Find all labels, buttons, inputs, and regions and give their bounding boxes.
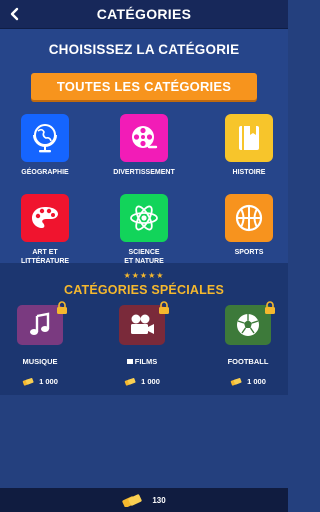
all-categories-button[interactable]: TOUTES LES CATÉGORIES	[31, 73, 257, 100]
film-camera-icon	[126, 359, 133, 364]
category-label: HISTOIRE	[232, 169, 266, 176]
special-tile[interactable]	[119, 301, 169, 345]
category-label-line: SCIENCE	[128, 249, 160, 256]
special-tile[interactable]	[225, 301, 275, 345]
price-value: 1 000	[141, 377, 160, 386]
back-button[interactable]	[6, 5, 24, 23]
music-note-icon	[30, 312, 50, 335]
category-label: DIVERTISSEMENT	[113, 169, 175, 176]
lock-icon	[57, 301, 67, 314]
category-label: GÉOGRAPHIE	[21, 169, 69, 176]
film-reel-icon	[132, 126, 158, 149]
special-title: CATÉGORIES SPÉCIALES	[63, 283, 225, 297]
coins-icon	[230, 378, 242, 386]
coins-icon	[124, 378, 136, 386]
category-sports[interactable]: SPORTS	[204, 194, 294, 257]
category-label-line: ART ET	[32, 249, 58, 256]
special-item-films[interactable]: FILMS 1 000	[102, 301, 182, 386]
atom-icon	[130, 205, 158, 231]
category-tile[interactable]	[225, 114, 273, 162]
category-entertainment[interactable]: DIVERTISSEMENT	[99, 114, 189, 177]
section-heading: CHOISISSEZ LA CATÉGORIE	[48, 42, 240, 57]
special-label: MUSIQUE	[22, 357, 58, 366]
footer-bar: 130	[0, 488, 288, 512]
category-science-nature[interactable]: SCIENCE ET NATURE	[99, 194, 189, 266]
top-bar: CATÉGORIES	[0, 0, 288, 29]
palette-icon	[32, 207, 58, 228]
price-value: 1 000	[247, 377, 266, 386]
category-geography[interactable]: GÉOGRAPHIE	[0, 114, 90, 177]
category-tile[interactable]	[120, 114, 168, 162]
coin-balance: 130	[152, 495, 166, 505]
coins-icon	[122, 494, 142, 507]
category-tile[interactable]	[120, 194, 168, 242]
book-icon	[239, 126, 259, 150]
chevron-left-icon	[10, 7, 19, 21]
globe-icon	[33, 124, 57, 153]
categories-panel: CHOISISSEZ LA CATÉGORIE TOUTES LES CATÉG…	[0, 29, 288, 266]
basketball-icon	[235, 204, 263, 232]
special-price: 1 000	[0, 377, 80, 386]
price-value: 1 000	[39, 377, 58, 386]
special-label: FILMS	[102, 357, 182, 366]
special-tile[interactable]	[17, 301, 67, 345]
category-label: SPORTS	[234, 249, 264, 256]
category-art-literature[interactable]: ART ET LITTÉRATURE	[0, 194, 90, 266]
stars-rating-icon: ★★★★★	[123, 271, 165, 280]
special-price: 1 000	[102, 377, 182, 386]
category-tile[interactable]	[225, 194, 273, 242]
category-history[interactable]: HISTOIRE	[204, 114, 294, 177]
page-title: CATÉGORIES	[96, 6, 192, 22]
special-label-text: FILMS	[134, 357, 158, 366]
special-label: FOOTBALL	[227, 357, 269, 366]
special-categories-panel: ★★★★★ CATÉGORIES SPÉCIALES MUSIQUE 1 000	[0, 263, 288, 395]
category-tile[interactable]	[21, 114, 69, 162]
category-tile[interactable]	[21, 194, 69, 242]
special-price: 1 000	[208, 377, 288, 386]
coins-icon	[22, 378, 34, 386]
soccer-ball-icon	[237, 314, 259, 336]
special-item-football[interactable]: FOOTBALL 1 000	[208, 301, 288, 386]
film-camera-icon	[131, 314, 154, 334]
lock-icon	[265, 301, 275, 314]
special-item-music[interactable]: MUSIQUE 1 000	[0, 301, 80, 386]
lock-icon	[159, 301, 169, 314]
